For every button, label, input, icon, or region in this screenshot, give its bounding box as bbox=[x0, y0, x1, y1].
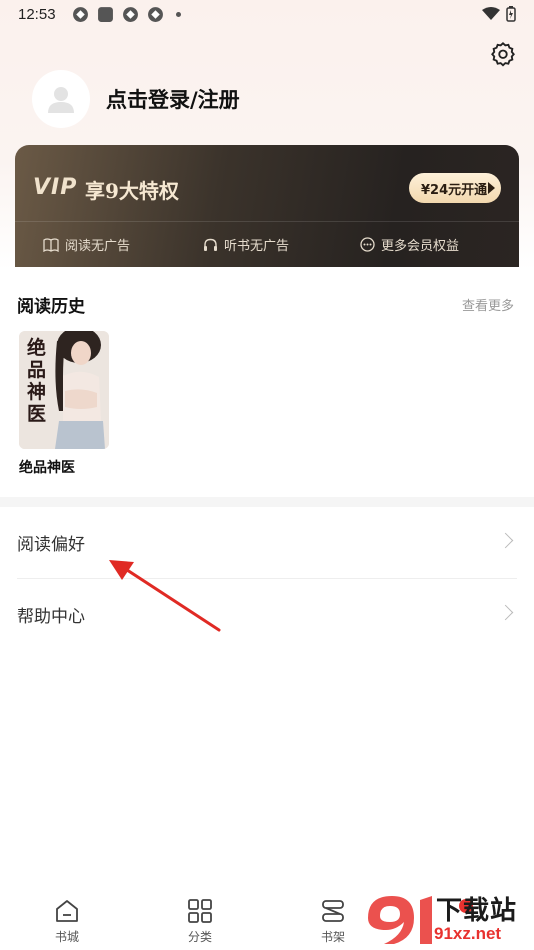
perk-more-benefits[interactable]: 更多会员权益 bbox=[360, 235, 459, 254]
perk-no-ads-reading[interactable]: 阅读无广告 bbox=[43, 235, 130, 254]
vip-open-button-label: ¥24元开通 bbox=[421, 182, 488, 198]
perk-label: 听书无广告 bbox=[224, 239, 290, 254]
watermark-brand: 下载站 bbox=[436, 896, 518, 926]
menu-help-center[interactable]: 帮助中心 bbox=[17, 579, 517, 649]
home-icon bbox=[56, 900, 78, 922]
status-bar: 12:53 bbox=[0, 0, 534, 28]
app-notification-icon bbox=[122, 6, 138, 22]
chevron-right-icon bbox=[497, 532, 514, 549]
tab-label: 书城 bbox=[54, 930, 79, 944]
section-separator bbox=[0, 497, 534, 507]
grid-icon bbox=[188, 899, 212, 923]
reading-history-title: 阅读历史 bbox=[17, 297, 85, 317]
perk-label: 更多会员权益 bbox=[381, 239, 460, 254]
square-notification-icon bbox=[97, 6, 113, 22]
book-cover[interactable]: 绝品神医 bbox=[19, 331, 109, 449]
gear-icon[interactable] bbox=[489, 40, 517, 68]
app-notification-icon bbox=[147, 6, 163, 22]
vip-banner[interactable]: VIP 享9大特权 ¥24元开通 阅读无广告 听书无广告 更多会员权益 bbox=[15, 145, 519, 267]
headphones-icon bbox=[204, 238, 217, 251]
tab-bookstore[interactable]: 书城 bbox=[32, 898, 102, 945]
vip-logo: VIP bbox=[33, 175, 78, 200]
status-time: 12:53 bbox=[18, 5, 56, 23]
menu-item-label: 阅读偏好 bbox=[17, 534, 85, 555]
tab-label: 书架 bbox=[320, 930, 345, 944]
watermark-site: 91xz.net bbox=[434, 924, 502, 943]
shelf-icon bbox=[322, 900, 344, 922]
user-icon bbox=[48, 87, 74, 113]
avatar[interactable] bbox=[32, 70, 90, 128]
chevron-right-icon bbox=[497, 604, 514, 621]
tab-label: 分类 bbox=[187, 930, 212, 944]
book-cover-title: 绝品神医 bbox=[27, 337, 47, 425]
login-register-link[interactable]: 点击登录/注册 bbox=[106, 84, 240, 114]
tab-bookshelf[interactable]: 书架 bbox=[298, 898, 368, 945]
wifi-icon bbox=[482, 7, 500, 20]
book-name[interactable]: 绝品神医 bbox=[19, 457, 75, 477]
perk-label: 阅读无广告 bbox=[65, 239, 131, 254]
tab-category[interactable]: 分类 bbox=[165, 898, 235, 945]
vip-open-button[interactable]: ¥24元开通 bbox=[409, 173, 501, 203]
app-notification-icon bbox=[72, 6, 88, 22]
profile-login[interactable]: 点击登录/注册 bbox=[32, 70, 240, 128]
more-notifications-dot bbox=[175, 11, 181, 17]
vip-title: 享9大特权 bbox=[85, 179, 179, 203]
battery-icon bbox=[506, 6, 516, 22]
divider bbox=[15, 221, 519, 222]
more-dots-icon bbox=[360, 237, 375, 252]
play-arrow-icon bbox=[488, 182, 495, 194]
see-more-link[interactable]: 查看更多 bbox=[462, 295, 514, 314]
perk-no-ads-listening[interactable]: 听书无广告 bbox=[203, 235, 289, 254]
book-icon bbox=[43, 237, 59, 252]
menu-item-label: 帮助中心 bbox=[17, 606, 85, 627]
menu-reading-preference[interactable]: 阅读偏好 bbox=[17, 507, 517, 577]
